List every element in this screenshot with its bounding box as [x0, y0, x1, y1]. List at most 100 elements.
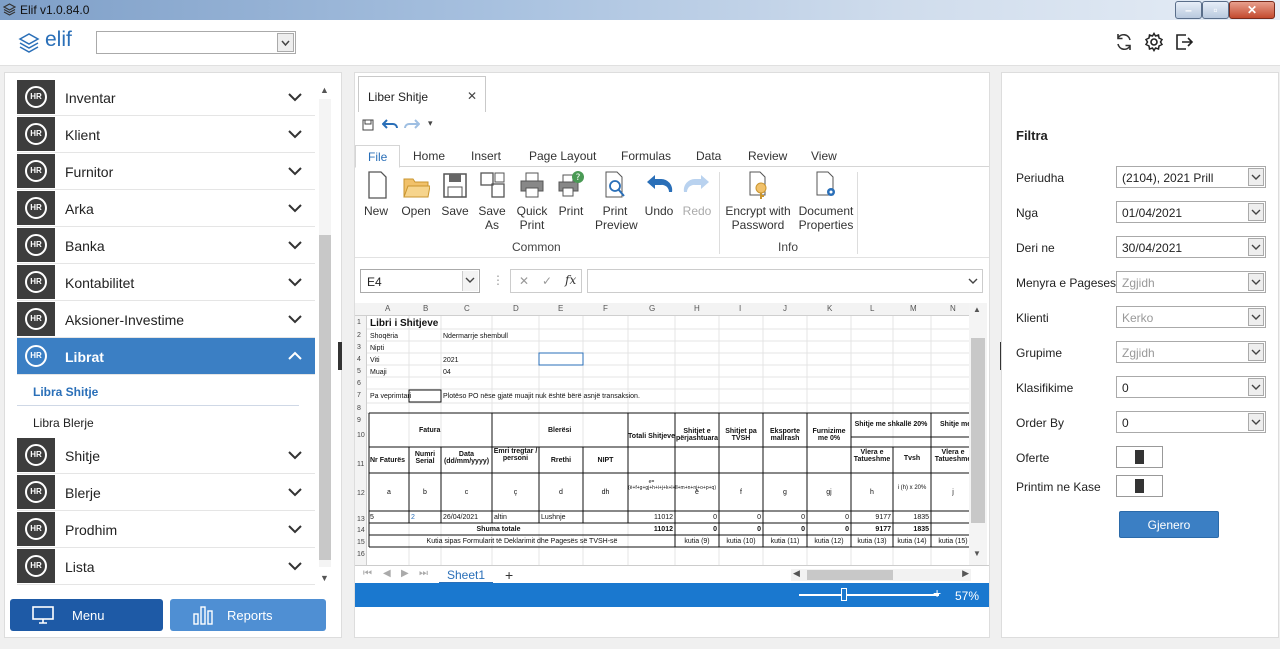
sidebar-scrollbar[interactable]: ▲ ▼: [317, 85, 331, 583]
cancel-icon[interactable]: ✕: [519, 274, 529, 288]
document-gear-icon: [816, 171, 835, 196]
sidebar-item-arka[interactable]: HR Arka: [17, 190, 315, 227]
chevron-up-icon: [288, 351, 302, 360]
zoom-out-icon[interactable]: –: [799, 585, 807, 601]
scroll-down-icon[interactable]: ▼: [973, 549, 981, 558]
zoom-in-icon[interactable]: +: [933, 585, 941, 601]
tab-review[interactable]: Review: [748, 149, 787, 163]
sidebar-item-banka[interactable]: HR Banka: [17, 227, 315, 264]
last-sheet-icon[interactable]: ⏭: [419, 568, 428, 579]
sidebar-item-blerje[interactable]: HR Blerje: [17, 474, 315, 511]
sheet-scroll-thumb[interactable]: [971, 338, 985, 523]
sidebar-item-librat[interactable]: HR Librat: [17, 338, 315, 375]
fx-icon[interactable]: fx: [565, 273, 576, 287]
sidebar-item-furnitor[interactable]: HR Furnitor: [17, 153, 315, 190]
maximize-button[interactable]: ▫: [1202, 1, 1229, 19]
tab-home[interactable]: Home: [413, 149, 445, 163]
tab-view[interactable]: View: [811, 149, 837, 163]
sidebar-scroll-thumb[interactable]: [319, 235, 331, 560]
sidebar-item-prodhim[interactable]: HR Prodhim: [17, 511, 315, 548]
next-sheet-icon[interactable]: ▶: [401, 568, 409, 579]
menu-button[interactable]: Menu: [10, 599, 163, 631]
grupime-select[interactable]: Zgjidh: [1116, 341, 1266, 363]
quick-print-button[interactable]: Quick Print: [515, 170, 549, 232]
menyra-pageses-select[interactable]: Zgjidh: [1116, 271, 1266, 293]
tab-page-layout[interactable]: Page Layout: [529, 149, 596, 163]
chevron-down-icon[interactable]: [968, 276, 978, 286]
sidebar-item-kontabilitet[interactable]: HR Kontabilitet: [17, 264, 315, 301]
klasifikime-select[interactable]: 0: [1116, 376, 1266, 398]
save-icon[interactable]: [362, 119, 374, 131]
save-file-button[interactable]: Save: [441, 170, 469, 218]
zoom-slider[interactable]: [799, 594, 939, 596]
close-tab-icon[interactable]: ✕: [467, 89, 477, 103]
reports-button[interactable]: Reports: [170, 599, 326, 631]
tab-liber-shitje[interactable]: Liber Shitje ✕: [358, 76, 486, 112]
order-by-select[interactable]: 0: [1116, 411, 1266, 433]
print-preview-button[interactable]: Print Preview: [595, 170, 638, 232]
tab-data[interactable]: Data: [696, 149, 721, 163]
tab-insert[interactable]: Insert: [471, 149, 501, 163]
generate-button[interactable]: Gjenero: [1119, 511, 1219, 538]
first-sheet-icon[interactable]: ⏮: [363, 568, 372, 579]
printim-ne-kase-toggle[interactable]: [1116, 475, 1163, 497]
open-button[interactable]: Open: [399, 170, 433, 218]
save-as-button[interactable]: Save As: [477, 170, 507, 232]
scroll-up-icon[interactable]: ▲: [973, 305, 981, 314]
add-sheet-icon[interactable]: +: [505, 567, 513, 583]
undo-icon[interactable]: [382, 118, 398, 131]
layers-icon: [18, 33, 40, 53]
undo-button[interactable]: Undo: [641, 170, 677, 218]
filter-oferte: Oferte: [1016, 446, 1276, 470]
chevron-down-icon: [288, 241, 302, 250]
group-common-label: Common: [512, 240, 561, 254]
minimize-button[interactable]: –: [1175, 1, 1202, 19]
window-title: Elif v1.0.84.0: [20, 3, 90, 17]
filter-periudha: Periudha (2104), 2021 Prill: [1016, 166, 1276, 190]
scroll-right-icon[interactable]: ▶: [962, 568, 969, 579]
tab-file[interactable]: File: [355, 145, 401, 168]
company-combo[interactable]: [96, 31, 296, 54]
chevron-down-icon: [288, 93, 302, 102]
sidebar-item-inventar[interactable]: HR Inventar: [17, 79, 315, 116]
klienti-select[interactable]: Kerko: [1116, 306, 1266, 328]
scroll-down-icon[interactable]: ▼: [320, 573, 330, 583]
print-settings-icon: ?: [558, 171, 584, 197]
spreadsheet-grid[interactable]: A B C D E F G H I J K L M N 1 2 3 4 5 6 …: [355, 303, 975, 565]
refresh-icon[interactable]: [1114, 32, 1134, 52]
encrypt-with-password-button[interactable]: Encrypt with Password: [723, 170, 793, 232]
new-button[interactable]: New: [363, 170, 389, 218]
oferte-toggle[interactable]: [1116, 446, 1163, 468]
sidebar-item-shitje[interactable]: HR Shitje: [17, 437, 315, 474]
customize-toolbar-icon[interactable]: ▾: [428, 118, 433, 129]
prev-sheet-icon[interactable]: ◀: [383, 568, 391, 579]
confirm-icon[interactable]: ✓: [542, 274, 552, 288]
scroll-up-icon[interactable]: ▲: [320, 85, 330, 95]
print-button[interactable]: ? Print: [555, 170, 587, 218]
subitem-libra-blerje[interactable]: Libra Blerje: [17, 406, 315, 437]
sheet-vertical-scrollbar[interactable]: ▲ ▼: [969, 303, 987, 565]
tab-formulas[interactable]: Formulas: [621, 149, 671, 163]
sidebar-item-aksioner-investime[interactable]: HR Aksioner-Investime: [17, 301, 315, 338]
sidebar-splitter[interactable]: [338, 342, 342, 370]
sidebar-item-lista[interactable]: HR Lista: [17, 548, 315, 585]
name-box[interactable]: E4: [360, 269, 480, 293]
zoom-slider-knob[interactable]: [841, 588, 847, 601]
tab-sheet1[interactable]: Sheet1: [439, 566, 493, 584]
chevron-down-icon[interactable]: [277, 33, 294, 52]
sheet-horizontal-scrollbar[interactable]: ◀ ▶: [791, 568, 971, 581]
floppy-icon: [443, 173, 467, 198]
gear-icon[interactable]: [1144, 32, 1164, 52]
document-properties-button[interactable]: Document Properties: [796, 170, 856, 232]
nga-date-field[interactable]: 01/04/2021: [1116, 201, 1266, 223]
close-window-button[interactable]: ✕: [1229, 1, 1275, 19]
horizontal-scroll-thumb[interactable]: [807, 570, 893, 580]
sidebar-item-klient[interactable]: HR Klient: [17, 116, 315, 153]
scroll-left-icon[interactable]: ◀: [793, 568, 800, 579]
logout-icon[interactable]: [1174, 32, 1194, 52]
deri-ne-date-field[interactable]: 30/04/2021: [1116, 236, 1266, 258]
periudha-select[interactable]: (2104), 2021 Prill: [1116, 166, 1266, 188]
formula-input[interactable]: [587, 269, 983, 293]
subitem-libra-shitje[interactable]: Libra Shitje: [17, 375, 299, 406]
sheet-title: Libri i Shitjeve: [370, 318, 439, 329]
